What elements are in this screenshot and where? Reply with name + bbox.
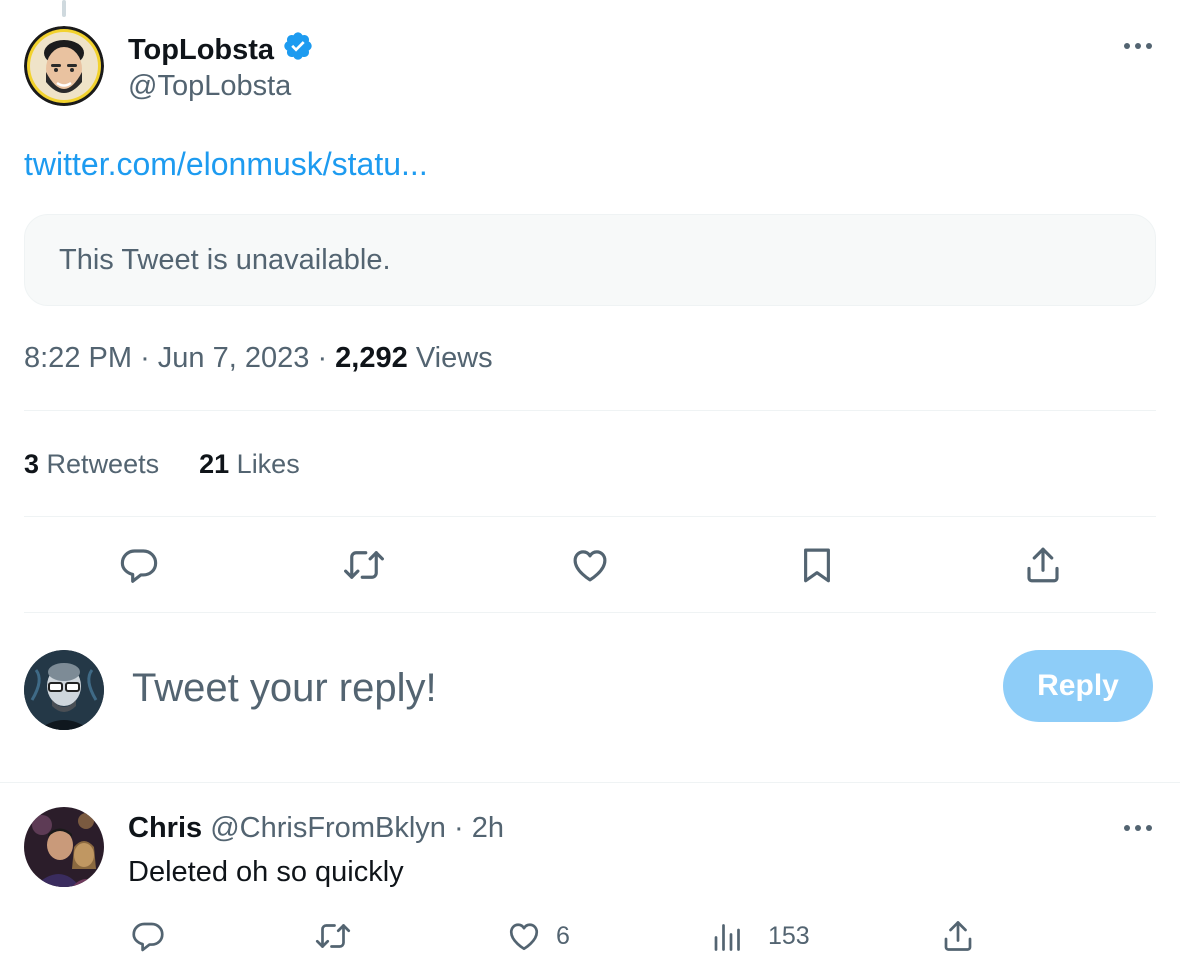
tweet-link[interactable]: twitter.com/elonmusk/statu...	[24, 146, 428, 183]
views-count: 2,292	[335, 342, 408, 374]
likes-count: 21	[199, 449, 230, 479]
author-avatar[interactable]	[24, 26, 104, 106]
reply-likes-count: 6	[556, 921, 570, 950]
reply-views-count: 153	[768, 921, 810, 950]
divider	[24, 410, 1156, 411]
bookmark-icon[interactable]	[796, 544, 838, 586]
reply-icon[interactable]	[118, 544, 160, 586]
tweet-date[interactable]: Jun 7, 2023	[158, 342, 310, 374]
engagement-stats: 3 Retweets 21 Likes	[24, 449, 300, 480]
reply-reply-icon[interactable]	[130, 918, 166, 954]
author-handle[interactable]: @TopLobsta	[128, 70, 291, 103]
verified-badge-icon	[282, 30, 314, 70]
retweets-label: Retweets	[46, 449, 160, 479]
reply-share-icon[interactable]	[940, 918, 976, 954]
retweets-stat[interactable]: 3 Retweets	[24, 449, 159, 480]
tweet-time[interactable]: 8:22 PM	[24, 342, 132, 374]
divider	[0, 782, 1180, 783]
retweet-icon[interactable]	[342, 544, 386, 586]
analytics-icon	[714, 924, 740, 951]
reply-views-button[interactable]: 153	[710, 918, 810, 954]
reply-input[interactable]	[132, 660, 952, 716]
reply-retweet-icon[interactable]	[314, 918, 352, 954]
reply-like-button[interactable]: 6	[506, 918, 570, 954]
share-icon[interactable]	[1022, 544, 1064, 586]
divider	[24, 516, 1156, 517]
likes-label: Likes	[236, 449, 300, 479]
divider	[24, 612, 1156, 613]
tweet-metadata: 8:22 PM · Jun 7, 2023 · 2,292 Views	[24, 342, 493, 375]
current-user-avatar[interactable]	[24, 650, 104, 730]
heart-icon[interactable]	[569, 544, 611, 586]
reply-more-icon[interactable]	[1118, 813, 1158, 843]
retweets-count: 3	[24, 449, 40, 479]
reply-author-handle[interactable]: @ChrisFromBklyn	[210, 812, 446, 844]
reply-author-avatar[interactable]	[24, 807, 104, 887]
reply-time[interactable]: 2h	[472, 812, 504, 844]
author-name[interactable]: TopLobsta	[128, 30, 314, 70]
thread-connector	[62, 0, 66, 17]
reply-action-bar: 6 153	[24, 918, 1156, 958]
meta-separator: ·	[140, 342, 150, 374]
unavailable-notice: This Tweet is unavailable.	[59, 243, 391, 276]
reply-author-name[interactable]: Chris	[128, 812, 202, 844]
author-display-name[interactable]: TopLobsta	[128, 34, 274, 67]
reply-heart-icon	[509, 923, 539, 951]
reply-header: Chris @ChrisFromBklyn · 2h	[128, 812, 504, 845]
unavailable-tweet-card: This Tweet is unavailable.	[24, 214, 1156, 306]
likes-stat[interactable]: 21 Likes	[199, 449, 300, 480]
tweet-action-bar	[24, 544, 1156, 588]
meta-separator: ·	[317, 342, 328, 374]
reply-button[interactable]: Reply	[1003, 650, 1153, 722]
reply-separator: ·	[453, 812, 464, 844]
views-label: Views	[415, 342, 493, 374]
reply-text: Deleted oh so quickly	[128, 856, 404, 888]
more-icon[interactable]	[1118, 31, 1158, 61]
